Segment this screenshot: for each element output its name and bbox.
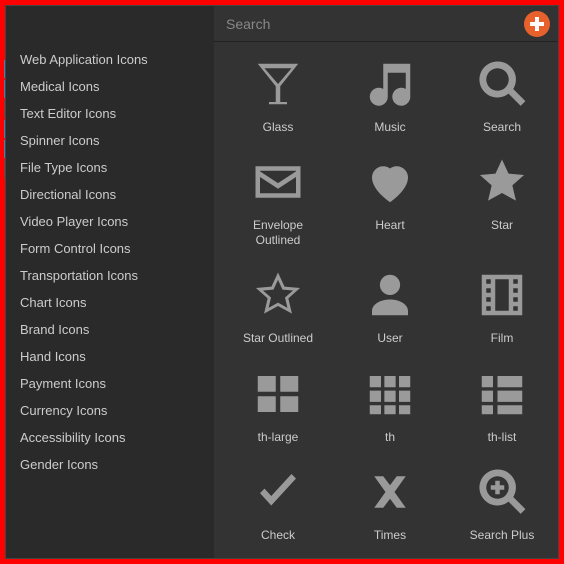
icon-tile[interactable]: Check xyxy=(226,462,330,542)
music-icon xyxy=(360,54,420,114)
icon-tile[interactable]: Search Plus xyxy=(450,462,554,542)
glass-icon xyxy=(248,54,308,114)
th-icon xyxy=(360,364,420,424)
icon-label: th-large xyxy=(258,430,299,444)
sidebar-item[interactable]: Web Application Icons xyxy=(6,46,214,73)
icon-tile[interactable]: Heart xyxy=(338,152,442,247)
icon-label: Check xyxy=(261,528,295,542)
search-input[interactable] xyxy=(214,8,524,40)
search-icon xyxy=(472,54,532,114)
sidebar-item[interactable]: Transportation Icons xyxy=(6,262,214,289)
icon-tile[interactable]: User xyxy=(338,265,442,345)
icon-tile[interactable]: th-large xyxy=(226,364,330,444)
icon-label: User xyxy=(377,331,402,345)
sidebar-item[interactable]: Accessibility Icons xyxy=(6,424,214,451)
sidebar-item[interactable]: Hand Icons xyxy=(6,343,214,370)
sidebar-item[interactable]: Brand Icons xyxy=(6,316,214,343)
icon-label: Search xyxy=(483,120,521,134)
icon-label: Star xyxy=(491,218,513,232)
add-button[interactable] xyxy=(524,11,550,37)
sidebar-item[interactable]: Form Control Icons xyxy=(6,235,214,262)
envelope-outlined-icon xyxy=(248,152,308,212)
heart-icon xyxy=(360,152,420,212)
icon-label: Envelope Outlined xyxy=(233,218,323,247)
sidebar-item[interactable]: Video Player Icons xyxy=(6,208,214,235)
icon-tile[interactable]: Star xyxy=(450,152,554,247)
icon-tile[interactable]: Film xyxy=(450,265,554,345)
user-icon xyxy=(360,265,420,325)
icon-tile[interactable]: Star Outlined xyxy=(226,265,330,345)
icon-tile[interactable]: Search xyxy=(450,54,554,134)
icon-label: Search Plus xyxy=(470,528,535,542)
sidebar-item[interactable]: File Type Icons xyxy=(6,154,214,181)
icon-label: th-list xyxy=(488,430,517,444)
icon-grid: Glass Music Search Envelope Outlined Heart St… xyxy=(226,54,554,542)
icon-label: Film xyxy=(491,331,514,345)
icon-tile[interactable]: Envelope Outlined xyxy=(226,152,330,247)
icon-label: Times xyxy=(374,528,406,542)
icon-grid-scroll[interactable]: Glass Music Search Envelope Outlined Heart St… xyxy=(214,42,558,558)
category-sidebar: Web Application IconsMedical IconsText E… xyxy=(6,6,214,558)
icon-tile[interactable]: Times xyxy=(338,462,442,542)
icon-label: Star Outlined xyxy=(243,331,313,345)
star-icon xyxy=(472,152,532,212)
icon-label: Heart xyxy=(375,218,404,232)
sidebar-item[interactable]: Currency Icons xyxy=(6,397,214,424)
icon-label: th xyxy=(385,430,395,444)
sidebar-item[interactable]: Chart Icons xyxy=(6,289,214,316)
sidebar-item[interactable]: Payment Icons xyxy=(6,370,214,397)
icon-tile[interactable]: th-list xyxy=(450,364,554,444)
icon-label: Music xyxy=(374,120,405,134)
check-icon xyxy=(248,462,308,522)
sidebar-item[interactable]: Medical Icons xyxy=(6,73,214,100)
icon-picker-panel: Web Application IconsMedical IconsText E… xyxy=(5,5,559,559)
sidebar-item[interactable]: Gender Icons xyxy=(6,451,214,478)
search-plus-icon xyxy=(472,462,532,522)
film-icon xyxy=(472,265,532,325)
sidebar-item[interactable]: Spinner Icons xyxy=(6,127,214,154)
sidebar-item[interactable]: Directional Icons xyxy=(6,181,214,208)
sidebar-item[interactable]: Text Editor Icons xyxy=(6,100,214,127)
search-row xyxy=(214,6,558,42)
icon-tile[interactable]: Glass xyxy=(226,54,330,134)
icon-tile[interactable]: th xyxy=(338,364,442,444)
times-icon xyxy=(360,462,420,522)
icon-label: Glass xyxy=(263,120,294,134)
star-outlined-icon xyxy=(248,265,308,325)
th-list-icon xyxy=(472,364,532,424)
icon-tile[interactable]: Music xyxy=(338,54,442,134)
main-panel: Glass Music Search Envelope Outlined Heart St… xyxy=(214,6,558,558)
th-large-icon xyxy=(248,364,308,424)
